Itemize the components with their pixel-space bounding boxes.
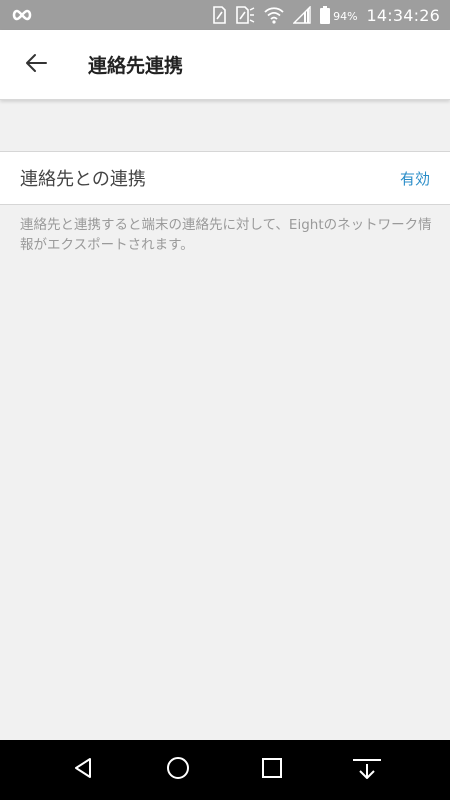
- setting-label: 連絡先との連携: [20, 169, 146, 190]
- signal-icon: [293, 6, 311, 24]
- status-right: 94% 14:34:26: [212, 6, 440, 25]
- status-left: [12, 6, 32, 25]
- app-bar: 連絡先連携: [0, 30, 450, 100]
- navigation-bar: [0, 740, 450, 800]
- battery-indicator: 94%: [320, 6, 358, 24]
- nav-recents-button[interactable]: [247, 745, 297, 795]
- notification-icon: [235, 6, 255, 24]
- clock: 14:34:26: [366, 5, 440, 25]
- page-title: 連絡先連携: [88, 55, 184, 77]
- battery-percent: 94%: [333, 10, 358, 23]
- back-triangle-icon: [71, 756, 95, 784]
- back-button[interactable]: [0, 30, 70, 100]
- nav-back-button[interactable]: [58, 745, 108, 795]
- nav-download-button[interactable]: [342, 745, 392, 795]
- wifi-icon: [264, 6, 284, 24]
- setting-description: 連絡先と連携すると端末の連絡先に対して、Eightのネットワーク情報がエクスポー…: [20, 217, 432, 253]
- recents-square-icon: [261, 757, 283, 783]
- setting-value[interactable]: 有効: [400, 168, 430, 189]
- contacts-sync-setting-row[interactable]: 連絡先との連携 有効: [0, 151, 450, 205]
- arrow-left-icon: [24, 53, 48, 77]
- sim-icon: [212, 6, 226, 24]
- battery-icon: [320, 6, 331, 24]
- home-circle-icon: [165, 755, 191, 785]
- nav-home-button[interactable]: [153, 745, 203, 795]
- download-icon: [352, 756, 382, 784]
- status-bar: 94% 14:34:26: [0, 0, 450, 30]
- infinity-icon: [12, 6, 32, 25]
